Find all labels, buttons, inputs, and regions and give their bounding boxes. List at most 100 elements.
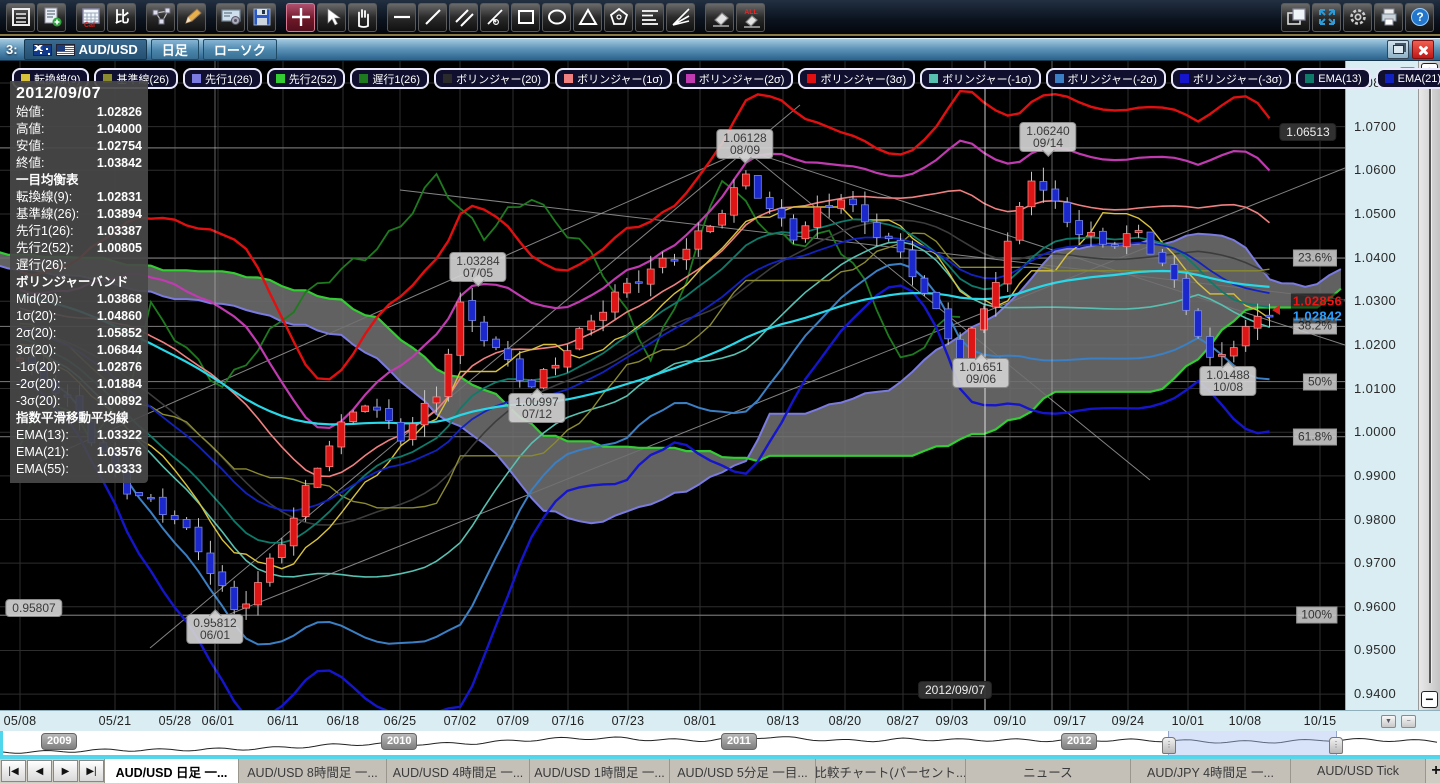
- compare-button[interactable]: 比: [107, 3, 136, 32]
- panel-row-label: EMA(55):: [16, 461, 69, 478]
- nav-prev-button[interactable]: ◀: [27, 760, 52, 782]
- legend-pill-bbmid[interactable]: ボリンジャー(20): [434, 68, 550, 89]
- cursor-tool-button[interactable]: [317, 3, 346, 32]
- timeframe-button[interactable]: 日足: [151, 39, 199, 60]
- panel-row-label: 基準線(26):: [16, 206, 79, 223]
- chart-tab-6[interactable]: 比較チャート(パーセント...: [816, 759, 966, 783]
- legend-color-swatch: [929, 74, 938, 83]
- chart-tab-5[interactable]: AUD/USD 5分足 一目...: [670, 759, 816, 783]
- legend-pill-bbm1[interactable]: ボリンジャー(-1σ): [920, 68, 1040, 89]
- fullscreen-button[interactable]: [1312, 3, 1341, 32]
- board-settings-button[interactable]: [216, 3, 245, 32]
- eraser-all-button[interactable]: ALL: [736, 3, 765, 32]
- window-layout-button[interactable]: [1281, 3, 1310, 32]
- eraser-button[interactable]: [705, 3, 734, 32]
- panel-row-value: 1.03842: [97, 155, 142, 172]
- trend-line-tool-button[interactable]: [418, 3, 447, 32]
- legend-label: EMA(13): [1318, 73, 1361, 85]
- account-list-button[interactable]: [6, 3, 35, 32]
- timeline-handle-left[interactable]: ⋮: [1162, 737, 1176, 754]
- nav-last-button[interactable]: ▶|: [79, 760, 104, 782]
- chart-type-button[interactable]: ローソク: [203, 39, 277, 60]
- chart-tab-9[interactable]: AUD/USD Tick: [1291, 759, 1426, 783]
- legend-pill-ema21[interactable]: EMA(21): [1376, 68, 1440, 89]
- calendar-button[interactable]: Cal: [76, 3, 105, 32]
- collapse-timeline-button[interactable]: −: [1401, 715, 1416, 728]
- eraser-all-icon: ALL: [740, 6, 762, 28]
- chart-tab-2[interactable]: AUD/USD 8時間足 一...: [239, 759, 387, 783]
- legend-label: ボリンジャー(3σ): [820, 71, 906, 87]
- add-tab-button[interactable]: +: [1426, 759, 1440, 783]
- nav-first-button[interactable]: |◀: [1, 760, 26, 782]
- nav-next-button[interactable]: ▶: [53, 760, 78, 782]
- rectangle-tool-button[interactable]: [511, 3, 540, 32]
- angle-line-icon: [484, 6, 506, 28]
- legend-pill-bbm3[interactable]: ボリンジャー(-3σ): [1171, 68, 1291, 89]
- chart-tab-8[interactable]: AUD/JPY 4時間足 一...: [1131, 759, 1291, 783]
- vertical-scrollbar[interactable]: + −: [1418, 61, 1440, 710]
- indicator-settings-button[interactable]: [146, 3, 175, 32]
- price-chart-plot[interactable]: [0, 61, 1345, 710]
- panel-row: -2σ(20):1.01884: [16, 376, 142, 393]
- pentagon-tool-button[interactable]: [604, 3, 633, 32]
- zoom-out-button[interactable]: −: [1421, 691, 1438, 708]
- legend-pill-ema13[interactable]: EMA(13): [1296, 68, 1370, 89]
- help-button[interactable]: ?: [1405, 3, 1434, 32]
- legend-pill-senkou1[interactable]: 先行1(26): [183, 68, 262, 89]
- save-button[interactable]: [247, 3, 276, 32]
- legend-label: ボリンジャー(2σ): [699, 71, 785, 87]
- horizontal-line-tool-button[interactable]: [387, 3, 416, 32]
- svg-text:Cal: Cal: [84, 22, 95, 28]
- date-tick-label: 06/18: [327, 714, 360, 728]
- chart-tab-7[interactable]: ニュース: [966, 759, 1131, 783]
- panel-section-header: 一目均衡表: [16, 172, 142, 189]
- timeline-handle-right[interactable]: ⋮: [1329, 737, 1343, 754]
- triangle-tool-button[interactable]: [573, 3, 602, 32]
- legend-pill-chikou[interactable]: 遅行1(26): [350, 68, 429, 89]
- crosshair-tool-button[interactable]: [286, 3, 315, 32]
- legend-pill-bb3[interactable]: ボリンジャー(3σ): [798, 68, 915, 89]
- legend-color-swatch: [807, 74, 816, 83]
- settings-gear-button[interactable]: [1343, 3, 1372, 32]
- date-tick-label: 09/17: [1054, 714, 1087, 728]
- scroll-down-button[interactable]: ▼: [1381, 715, 1396, 728]
- restore-window-button[interactable]: [1387, 40, 1409, 59]
- panel-row-label: -1σ(20):: [16, 359, 61, 376]
- legend-pill-bb1[interactable]: ボリンジャー(1σ): [555, 68, 672, 89]
- price-tick-label: 1.0500: [1354, 206, 1396, 221]
- chart-window-titlebar[interactable]: 3: AUD/USD 日足 ローソク: [0, 38, 1440, 61]
- panel-row: 先行2(52):1.00805: [16, 240, 142, 257]
- legend-pill-bbm2[interactable]: ボリンジャー(-2σ): [1046, 68, 1166, 89]
- print-button[interactable]: [1374, 3, 1403, 32]
- fibonacci-retracement-tool-button[interactable]: [635, 3, 664, 32]
- price-axis[interactable]: 1.08001.07001.06001.05001.04001.03001.02…: [1345, 61, 1419, 710]
- restore-icon: [1393, 45, 1404, 54]
- date-tick-label: 05/21: [99, 714, 132, 728]
- fibonacci-fan-tool-button[interactable]: [666, 3, 695, 32]
- date-axis[interactable]: ▼ − 05/0805/2105/2806/0106/1106/1806/250…: [0, 710, 1440, 731]
- window-id-label: 3:: [6, 42, 18, 57]
- close-window-button[interactable]: [1412, 40, 1434, 59]
- fibonacci-lines-icon: [639, 6, 661, 28]
- ellipse-tool-button[interactable]: [542, 3, 571, 32]
- timeline-year-label: 2011: [721, 733, 757, 750]
- legend-pill-bb2[interactable]: ボリンジャー(2σ): [677, 68, 794, 89]
- draw-pencil-button[interactable]: [177, 3, 206, 32]
- legend-pill-senkou2[interactable]: 先行2(52): [267, 68, 346, 89]
- horizontal-line-icon: [391, 6, 413, 28]
- chart-tab-4[interactable]: AUD/USD 1時間足 一...: [530, 759, 670, 783]
- price-tick-label: 1.0200: [1354, 337, 1396, 352]
- chart-tab-1[interactable]: AUD/USD 日足 一...: [104, 759, 239, 783]
- chart-tab-3[interactable]: AUD/USD 4時間足 一...: [387, 759, 530, 783]
- timeline-selection[interactable]: [1168, 731, 1337, 757]
- price-tick-label: 0.9500: [1354, 642, 1396, 657]
- symbol-button[interactable]: AUD/USD: [24, 39, 147, 60]
- timeline-year-label: 2010: [381, 733, 417, 750]
- scrollbar-track[interactable]: [1429, 87, 1432, 683]
- new-report-button[interactable]: [37, 3, 66, 32]
- hand-pan-button[interactable]: [348, 3, 377, 32]
- angle-line-tool-button[interactable]: [480, 3, 509, 32]
- history-timeline[interactable]: ⋮ ⋮ 2009201020112012: [0, 731, 1440, 757]
- panel-row-value: 1.03333: [97, 461, 142, 478]
- parallel-lines-tool-button[interactable]: [449, 3, 478, 32]
